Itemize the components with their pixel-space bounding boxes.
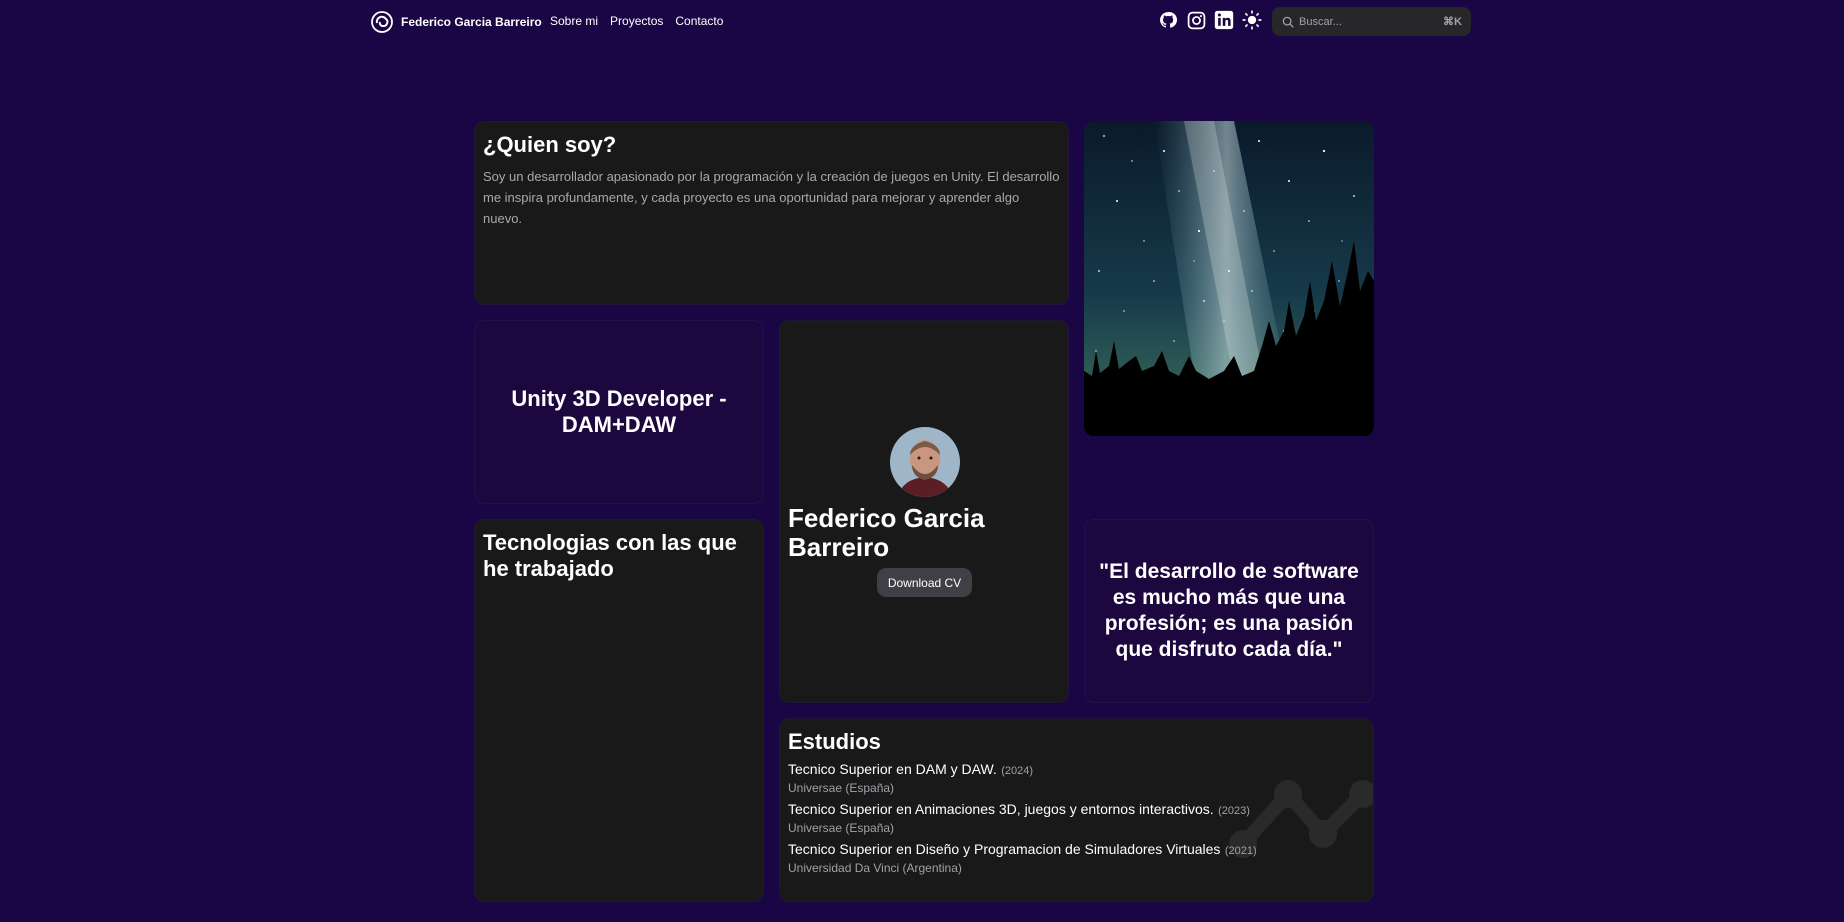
study-school: Universae (España) [788, 781, 895, 795]
search-icon [1282, 16, 1294, 28]
quote-text: "El desarrollo de software es mucho más … [1099, 560, 1359, 661]
search-box[interactable]: ⌘K [1272, 7, 1471, 36]
github-icon[interactable] [1158, 10, 1178, 30]
search-shortcut: ⌘K [1443, 16, 1462, 28]
avatar [890, 427, 960, 497]
brand-logo-icon [371, 11, 393, 33]
about-title: ¿Quien soy? [483, 132, 617, 157]
nav-links: Sobre mi Proyectos Contacto [550, 14, 723, 28]
instagram-icon[interactable] [1186, 10, 1206, 30]
nav-icons [1158, 10, 1262, 30]
milky-way-photo [1084, 121, 1374, 436]
study-title: Tecnico Superior en DAM y DAW. [788, 761, 997, 777]
nav-link-contacto[interactable]: Contacto [675, 14, 723, 28]
milky-way-image [1084, 121, 1374, 436]
nav-link-proyectos[interactable]: Proyectos [610, 14, 663, 28]
sun-icon[interactable] [1242, 10, 1262, 30]
study-year: (2021) [1224, 845, 1257, 857]
linkedin-icon[interactable] [1214, 10, 1234, 30]
brand[interactable]: Federico Garcia Barreiro [370, 10, 542, 34]
profile-card: Federico Garcia Barreiro Download CV [779, 320, 1069, 703]
brand-name: Federico Garcia Barreiro [401, 15, 542, 29]
study-school: Universae (España) [788, 821, 895, 835]
about-text: Soy un desarrollador apasionado por la p… [483, 169, 1060, 226]
tech-card: Tecnologias con las que he trabajado [474, 519, 764, 902]
study-school: Universidad Da Vinci (Argentina) [788, 861, 962, 875]
role-text: Unity 3D Developer - DAM+DAW [511, 386, 727, 437]
study-title: Tecnico Superior en Animaciones 3D, jueg… [788, 801, 1214, 817]
study-item: Tecnico Superior en Diseño y Programacio… [788, 841, 1365, 875]
profile-name: Federico Garcia Barreiro [788, 503, 985, 562]
studies-card: Estudios Tecnico Superior en DAM y DAW. … [779, 718, 1374, 902]
nav-link-sobre-mi[interactable]: Sobre mi [550, 14, 598, 28]
quote-card: "El desarrollo de software es mucho más … [1084, 519, 1374, 703]
search-input[interactable] [1299, 15, 1429, 28]
download-cv-button[interactable]: Download CV [877, 568, 972, 597]
study-year: (2023) [1218, 805, 1250, 817]
navbar: Federico Garcia Barreiro Sobre mi Proyec… [0, 0, 1844, 44]
studies-title: Estudios [788, 729, 881, 754]
study-item: Tecnico Superior en Animaciones 3D, jueg… [788, 801, 1365, 835]
study-year: (2024) [1001, 765, 1034, 777]
role-card: Unity 3D Developer - DAM+DAW [474, 320, 764, 504]
tech-title: Tecnologias con las que he trabajado [483, 530, 737, 581]
study-item: Tecnico Superior en DAM y DAW. (2024) Un… [788, 761, 1365, 795]
study-title: Tecnico Superior en Diseño y Programacio… [788, 841, 1221, 857]
about-card: ¿Quien soy? Soy un desarrollador apasion… [474, 121, 1069, 305]
